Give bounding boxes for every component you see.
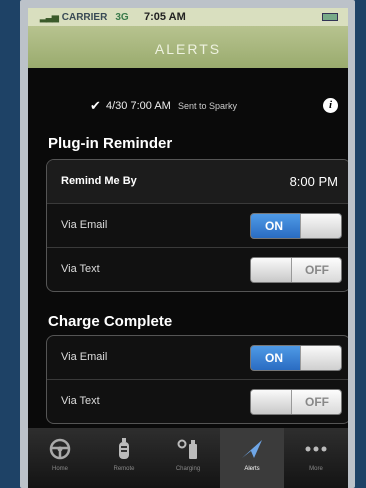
toggle-knob	[251, 390, 292, 414]
alert-arrow-icon	[239, 438, 265, 460]
network-type: 3G	[115, 11, 129, 23]
plugin-via-email-label: Via Email	[61, 219, 108, 231]
plugin-reminder-group: Remind Me By 8:00 PM Via Email ON Via Te…	[46, 159, 348, 292]
status-bar: ▂▃▅ CARRIER 3G 7:05 AM	[28, 8, 348, 26]
plugin-via-text-label: Via Text	[61, 263, 100, 275]
remind-me-by-label: Remind Me By	[61, 175, 137, 187]
toggle-state-label: ON	[265, 219, 283, 233]
steering-wheel-icon	[47, 438, 73, 460]
key-fob-icon	[111, 438, 137, 460]
plugin-via-email-toggle[interactable]: ON	[250, 213, 342, 239]
charge-via-email-toggle[interactable]: ON	[250, 345, 342, 371]
last-sent-timestamp: 4/30 7:00 AM	[106, 100, 171, 112]
charge-via-email-label: Via Email	[61, 351, 108, 363]
last-sent-note: Sent to Sparky	[178, 101, 238, 111]
checkmark-icon: ✔	[90, 98, 101, 113]
last-sent-line: ✔ 4/30 7:00 AM Sent to Sparky i	[28, 98, 348, 118]
battery-icon	[322, 13, 338, 21]
tab-label: Remote	[113, 466, 135, 472]
tab-label: Alerts	[244, 466, 260, 472]
toggle-state-label: OFF	[305, 395, 329, 409]
phone-screen: ▂▃▅ CARRIER 3G 7:05 AM ALERTS ✔ 4/30 7:0…	[28, 8, 348, 488]
toggle-knob	[251, 258, 292, 282]
toggle-knob	[300, 214, 341, 238]
charging-plug-icon	[175, 438, 201, 460]
tab-bar: Home Remote Charging Alerts More	[28, 428, 348, 488]
toggle-state-label: ON	[265, 351, 283, 365]
tab-label: Home	[51, 466, 68, 472]
tab-label: More	[309, 466, 323, 472]
remind-me-by-value: 8:00 PM	[289, 174, 338, 189]
page-title: ALERTS	[154, 41, 222, 57]
toggle-state-label: OFF	[305, 263, 329, 277]
status-time: 7:05 AM	[144, 11, 186, 23]
tab-alerts[interactable]: Alerts	[220, 428, 284, 488]
toggle-knob	[300, 346, 341, 370]
tab-more[interactable]: More	[284, 428, 348, 488]
charge-via-text-label: Via Text	[61, 395, 100, 407]
carrier-name: CARRIER	[61, 11, 108, 23]
section-title-plugin-reminder: Plug-in Reminder	[48, 135, 173, 152]
plugin-via-text-row: Via Text OFF	[47, 248, 348, 291]
signal-icon: ▂▃▅	[40, 11, 59, 22]
plugin-via-email-row: Via Email ON	[47, 204, 348, 248]
tab-remote[interactable]: Remote	[92, 428, 156, 488]
tab-charging[interactable]: Charging	[156, 428, 220, 488]
charge-complete-group: Via Email ON Via Text OFF	[46, 335, 348, 424]
nav-bar: ALERTS	[28, 26, 348, 68]
tab-label: Charging	[175, 466, 201, 472]
tab-home[interactable]: Home	[28, 428, 92, 488]
remind-me-by-row[interactable]: Remind Me By 8:00 PM	[47, 160, 348, 204]
charge-via-email-row: Via Email ON	[47, 336, 348, 380]
plugin-via-text-toggle[interactable]: OFF	[250, 257, 342, 283]
more-dots-icon	[303, 438, 329, 460]
section-title-charge-complete: Charge Complete	[48, 313, 173, 330]
info-icon[interactable]: i	[323, 98, 338, 113]
charge-via-text-toggle[interactable]: OFF	[250, 389, 342, 415]
charge-via-text-row: Via Text OFF	[47, 380, 348, 423]
